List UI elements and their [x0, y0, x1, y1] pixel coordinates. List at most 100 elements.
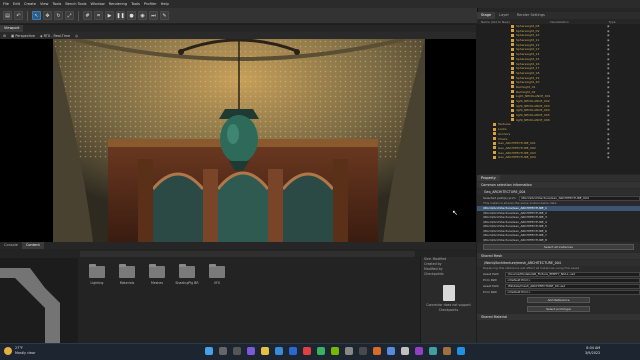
interior-scene-image — [53, 39, 425, 242]
viewport-toolbar: ⚙ ▣ Perspective ◈ RTX - Real-Time ◎ — [0, 32, 476, 39]
select-prototype-button[interactable]: Select prototype — [527, 306, 590, 312]
light-icon — [493, 127, 496, 131]
brush-icon[interactable]: ✎ — [160, 11, 169, 20]
menu-tools[interactable]: Tools — [52, 0, 61, 8]
light-icon — [511, 118, 514, 122]
light-icon — [511, 43, 514, 47]
scale-icon[interactable]: ⤢ — [65, 11, 74, 20]
menu-profiler[interactable]: Profiler — [144, 0, 157, 8]
property-panel: Common selection information Geo_ARCHITE… — [477, 181, 640, 343]
snap-icon[interactable]: ⌗ — [94, 11, 103, 20]
outliner-row-label: light_NECKLANCE_004 — [516, 108, 550, 113]
col-name: Name (Old to New) — [481, 19, 510, 24]
instance-row[interactable]: /World/Architecture/Geo_ARCHITECTURE_8 — [477, 237, 640, 242]
menu-help[interactable]: Help — [161, 0, 169, 8]
folder-shading[interactable]: ShadingPlg BR — [175, 264, 199, 285]
select-all-instances-button[interactable]: Select all instances — [483, 244, 634, 250]
content-search-input[interactable] — [80, 251, 415, 257]
menu-view[interactable]: View — [40, 0, 49, 8]
move-icon[interactable]: ✥ — [43, 11, 52, 20]
rotate-icon[interactable]: ↻ — [54, 11, 63, 20]
folder-lighting[interactable]: Lighting — [85, 264, 109, 285]
tab-stage[interactable]: Stage — [477, 12, 496, 19]
app-icon[interactable] — [415, 347, 423, 355]
folder-icon[interactable]: ▤ — [3, 11, 12, 20]
prim-path-field-2[interactable]: <Default Prim> — [505, 289, 640, 295]
app-icon[interactable] — [457, 347, 465, 355]
asset-path-field-2[interactable]: ./Models/mesh_ARCHITECTURE_04.usd — [505, 283, 640, 289]
system-clock[interactable]: 8:04 AM 3/9/2022 — [585, 346, 600, 356]
asset-path-field[interactable]: ./Source/Models/GR_Fixture_EMPTY_NULL.us… — [505, 271, 640, 277]
menu-tools-2[interactable]: Tools — [131, 0, 140, 8]
section-shared-mesh[interactable]: Shared Mesh — [477, 253, 640, 259]
stage-outliner[interactable]: Name (Old to New) Visualization Type Sph… — [477, 19, 640, 174]
tab-viewport[interactable]: Viewport — [0, 25, 24, 32]
outliner-row-label: SphereLight_20 — [516, 80, 540, 85]
tab-content[interactable]: Content — [21, 242, 44, 249]
app-icon[interactable] — [387, 347, 395, 355]
menu-bench-tools[interactable]: Bench Tools — [65, 0, 86, 8]
tab-console[interactable]: Console — [0, 242, 22, 249]
app-icon[interactable] — [303, 347, 311, 355]
folder-icon — [89, 264, 105, 278]
eye-icon[interactable]: ◎ — [75, 34, 78, 38]
file-explorer-icon[interactable] — [261, 347, 269, 355]
app-icon[interactable] — [401, 347, 409, 355]
section-shared-material[interactable]: Shared Material — [477, 314, 640, 320]
tab-render-settings[interactable]: Render Settings — [513, 12, 549, 19]
pause-icon[interactable]: ❚❚ — [116, 11, 125, 20]
app-icon[interactable] — [429, 347, 437, 355]
folder-vfx[interactable]: VFX — [205, 264, 229, 285]
terminal-icon[interactable] — [359, 347, 367, 355]
app-icon[interactable] — [373, 347, 381, 355]
render-mode[interactable]: ◈ RTX - Real-Time — [40, 34, 70, 38]
folder-meshes[interactable]: Meshes — [145, 264, 169, 285]
add-reference-button[interactable]: Add Reference — [527, 297, 590, 303]
omniverse-icon[interactable] — [331, 347, 339, 355]
app-icon[interactable] — [317, 347, 325, 355]
outliner-row[interactable]: Geo_ARCHITECTURE_004 ◉ — [477, 155, 640, 160]
widgets-icon[interactable] — [247, 347, 255, 355]
folder-icon — [119, 264, 135, 278]
menu-file[interactable]: File — [3, 0, 9, 8]
folder-grid: Lighting Materials Meshes ShadingPlg BR … — [85, 264, 229, 285]
menu-create[interactable]: Create — [24, 0, 36, 8]
grid-icon[interactable]: # — [83, 11, 92, 20]
outliner-row-label: Geo_ARCHITECTURE_004 — [498, 155, 536, 160]
store-icon[interactable] — [289, 347, 297, 355]
undo-icon[interactable]: ↶ — [14, 11, 23, 20]
light-icon — [493, 122, 496, 126]
section-common[interactable]: Common selection information — [477, 182, 640, 188]
start-icon[interactable] — [205, 347, 213, 355]
content-tree[interactable] — [0, 258, 78, 343]
app-icon[interactable] — [443, 347, 451, 355]
edge-icon[interactable] — [275, 347, 283, 355]
record-icon[interactable]: ● — [127, 11, 136, 20]
camera-mode[interactable]: ▣ Perspective — [11, 34, 35, 38]
tab-layer[interactable]: Layer — [495, 12, 513, 19]
folder-materials[interactable]: Materials — [115, 264, 139, 285]
menu-rendering[interactable]: Rendering — [109, 0, 127, 8]
settings-icon[interactable]: ⚙ — [3, 34, 6, 38]
weather-widget[interactable]: 27°F Mostly clear — [4, 346, 36, 355]
menu-edit[interactable]: Edit — [13, 0, 20, 8]
select-icon[interactable]: ↖ — [32, 11, 41, 20]
step-icon[interactable]: ⏭ — [149, 11, 158, 20]
task-view-icon[interactable] — [233, 347, 241, 355]
viewport[interactable]: ↖ — [0, 39, 476, 242]
visibility-icon[interactable]: ◉ — [607, 155, 610, 160]
app-icon[interactable] — [345, 347, 353, 355]
path-field[interactable]: /World/Architecture/Geo_ARCHITECTURE_004 — [519, 195, 640, 201]
menu-window[interactable]: Window — [91, 0, 105, 8]
play-icon[interactable]: ▶ — [105, 11, 114, 20]
instance-list[interactable]: /World/Architecture/Geo_ARCHITECTURE_1/W… — [477, 206, 640, 242]
light-icon — [511, 33, 514, 37]
mouse-cursor: ↖ — [452, 209, 458, 217]
outliner-row-label: Light_NECKLANCE_001 — [516, 94, 551, 99]
folder-label: ShadingPlg BR — [175, 281, 199, 285]
search-icon[interactable] — [219, 347, 227, 355]
light-icon — [511, 57, 514, 61]
prim-path-field[interactable]: <Default Prim> — [505, 277, 640, 283]
light-icon — [493, 137, 496, 140]
camera-icon[interactable]: ◉ — [138, 11, 147, 20]
